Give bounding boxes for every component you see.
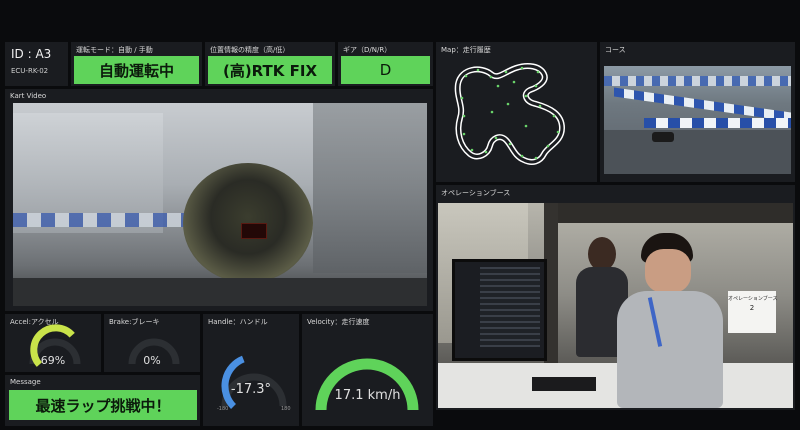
message-label: Message <box>10 378 41 386</box>
operation-booth-panel: オペレーションブース オペレーションブース 2 <box>436 185 795 410</box>
kart-video-panel: Kart Video <box>5 89 433 311</box>
trajectory-point <box>464 74 468 78</box>
position-accuracy-panel: 位置情報の精度（高/低） (高)RTK FIX <box>205 42 335 86</box>
video-blue-barrier <box>13 213 193 227</box>
message-panel: Message 最速ラップ挑戦中！ <box>5 375 200 426</box>
trajectory-point <box>460 96 464 100</box>
brake-panel: Brake:ブレーキ 0% <box>104 314 200 372</box>
person-front-hoodie <box>617 291 723 408</box>
trajectory-point <box>490 110 494 114</box>
vehicle-id: ID : A3 <box>11 47 52 61</box>
message-value: 最速ラップ挑戦中！ <box>9 390 197 420</box>
trajectory-point <box>536 70 540 74</box>
video-display-red <box>241 223 267 239</box>
operation-booth-image: オペレーションブース 2 <box>438 203 793 408</box>
kart-video-feed <box>13 103 427 306</box>
trajectory-point <box>538 104 542 108</box>
velocity-panel: Velocity：走行速度 17.1 km/h <box>302 314 433 426</box>
course-barrier-mid <box>614 87 791 122</box>
position-accuracy-value: (高)RTK FIX <box>208 56 332 84</box>
trajectory-point <box>524 124 528 128</box>
trajectory-point <box>556 130 560 134</box>
booth-ceiling <box>558 203 793 223</box>
handle-gauge: -180 180 <box>217 355 291 412</box>
course-barrier-near <box>644 118 791 128</box>
person-front <box>613 233 723 408</box>
trajectory-point <box>462 132 466 136</box>
trajectory-point <box>506 102 510 106</box>
trajectory-point <box>504 70 508 74</box>
gear-panel: ギア（D/N/R） D <box>338 42 433 86</box>
course-label: コース <box>605 46 626 54</box>
handle-max-tick: 180 <box>281 406 291 412</box>
kart-video-label: Kart Video <box>10 92 47 100</box>
operation-booth-label: オペレーションブース <box>441 189 511 197</box>
position-accuracy-label: 位置情報の精度（高/低） <box>210 46 290 54</box>
trajectory-point <box>520 66 524 70</box>
course-camera-image <box>604 66 791 174</box>
trajectory-point <box>476 68 480 72</box>
monitor-screen-lines <box>480 267 540 347</box>
trajectory-point <box>546 144 550 148</box>
trajectory-point <box>524 94 528 98</box>
course-barrier-far <box>604 76 791 86</box>
trajectory-point <box>534 84 538 88</box>
trajectory-point <box>462 114 466 118</box>
course-track-surface <box>604 130 791 174</box>
trajectory-point <box>520 154 524 158</box>
velocity-gauge-fill <box>315 358 419 411</box>
driving-mode-value: 自動運転中 <box>74 56 199 84</box>
dashboard: ID : A3 ECU-RK-02 運転モード：自動 / 手動 自動運転中 位置… <box>0 0 800 430</box>
handle-min-tick: -180 <box>217 406 228 412</box>
vehicle-id-panel: ID : A3 ECU-RK-02 <box>5 42 68 86</box>
velocity-value: 17.1 km/h <box>334 388 401 403</box>
person-back-head <box>588 237 616 271</box>
handle-value: -17.3° <box>230 382 272 397</box>
person-front-face <box>645 249 691 293</box>
course-panel: コース <box>600 42 795 182</box>
trajectory-point <box>512 80 516 84</box>
trajectory-point <box>470 148 474 152</box>
trajectory-point <box>489 75 493 79</box>
driving-mode-panel: 運転モード：自動 / 手動 自動運転中 <box>71 42 202 86</box>
keyboard <box>532 377 596 391</box>
brake-value: 0% <box>143 354 161 367</box>
trajectory-point <box>484 150 488 154</box>
map-panel: Map：走行履歴 <box>436 42 597 182</box>
booth-sign: オペレーションブース 2 <box>728 291 778 333</box>
handle-panel: Handle：ハンドル -180 180 -17.3° <box>203 314 299 426</box>
velocity-gauge <box>315 358 419 411</box>
ecu-id: ECU-RK-02 <box>11 67 49 75</box>
accel-value: 69% <box>40 354 66 367</box>
booth-sign-title: オペレーションブース <box>728 296 778 302</box>
booth-sign-number: 2 <box>749 304 755 312</box>
gear-value: D <box>341 56 430 84</box>
accel-panel: Accel:アクセル 69% <box>5 314 101 372</box>
driving-mode-label: 運転モード：自動 / 手動 <box>76 46 153 54</box>
trajectory-point <box>496 84 500 88</box>
kart-on-course <box>652 132 674 142</box>
trajectory-point <box>508 142 512 146</box>
trajectory-point <box>534 156 538 160</box>
trajectory-point <box>494 136 498 140</box>
track-map <box>454 63 565 165</box>
video-road <box>13 278 427 306</box>
trajectory-point <box>552 114 556 118</box>
video-right-structure <box>313 103 427 273</box>
gear-label: ギア（D/N/R） <box>343 46 392 54</box>
